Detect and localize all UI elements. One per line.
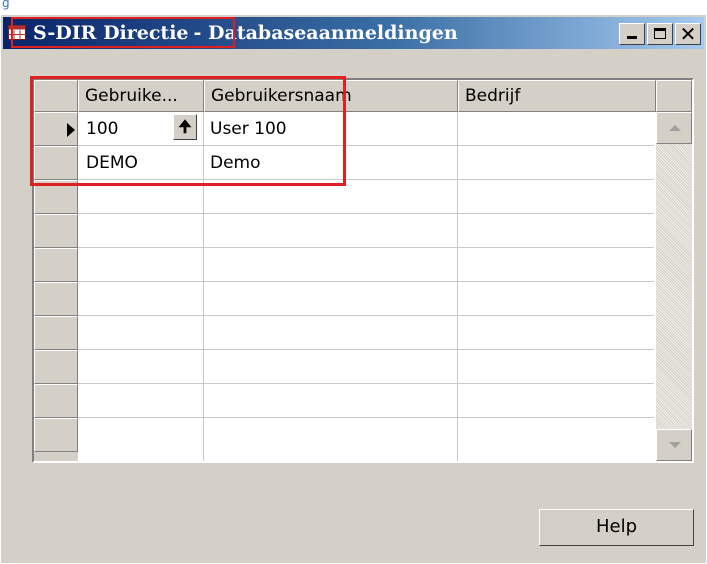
grid-highlight-box xyxy=(30,76,346,186)
row-divider xyxy=(78,349,654,350)
row-header[interactable] xyxy=(34,350,78,384)
title-bar[interactable]: S-DIR Directie - Databaseaanmeldingen ✕ xyxy=(3,17,704,49)
row-header[interactable] xyxy=(34,248,78,282)
minimize-button[interactable] xyxy=(619,23,645,45)
close-button[interactable]: ✕ xyxy=(675,23,701,45)
window-controls: ✕ xyxy=(619,23,701,45)
maximize-icon xyxy=(654,28,666,39)
scroll-up-arrow-icon xyxy=(669,125,681,131)
maximize-button[interactable] xyxy=(647,23,673,45)
row-header[interactable] xyxy=(34,282,78,316)
row-divider xyxy=(78,417,654,418)
row-divider xyxy=(78,281,654,282)
title-highlight-box xyxy=(11,17,235,48)
row-header[interactable] xyxy=(34,316,78,350)
top-strip: g xyxy=(0,0,707,14)
row-divider xyxy=(78,247,654,248)
column-divider xyxy=(457,112,458,461)
help-button[interactable]: Help xyxy=(539,509,694,546)
minimize-icon xyxy=(627,36,637,39)
top-strip-text: g xyxy=(2,0,10,10)
row-divider xyxy=(78,213,654,214)
row-divider xyxy=(78,383,654,384)
column-header-company[interactable]: Bedrijf xyxy=(458,80,656,112)
vertical-scrollbar[interactable] xyxy=(656,112,692,461)
row-header[interactable] xyxy=(34,384,78,418)
scroll-down-arrow-icon xyxy=(669,442,681,448)
scrollbar-corner xyxy=(656,80,692,112)
row-divider xyxy=(78,315,654,316)
scroll-down-button[interactable] xyxy=(656,429,692,461)
row-header[interactable] xyxy=(34,418,78,452)
scroll-up-button[interactable] xyxy=(656,112,692,144)
row-header[interactable] xyxy=(34,214,78,248)
close-icon: ✕ xyxy=(679,22,697,46)
